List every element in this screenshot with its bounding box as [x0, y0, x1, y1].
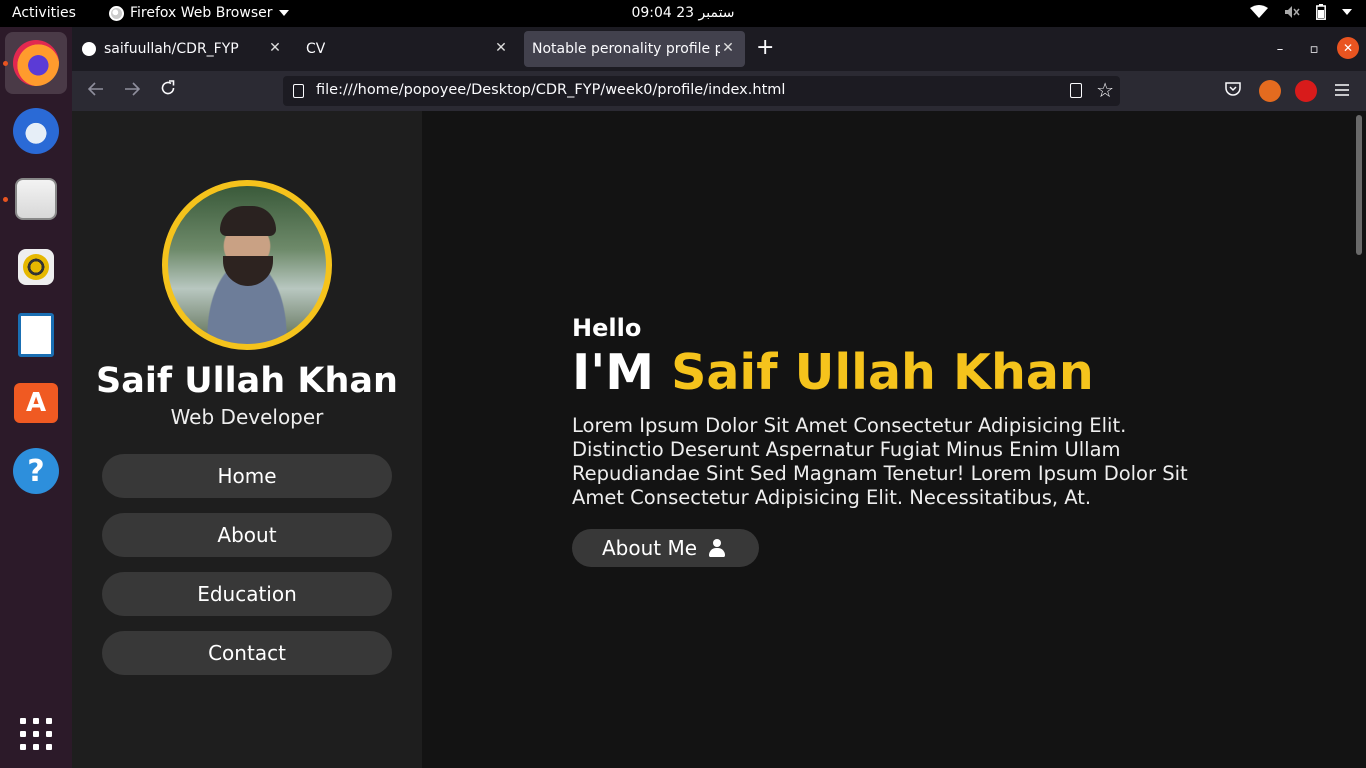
hamburger-menu-icon[interactable] — [1331, 80, 1353, 102]
about-me-button[interactable]: About Me — [572, 529, 759, 567]
minimize-button[interactable]: – — [1269, 39, 1291, 61]
tab-title: saifuullah/CDR_FYP — [104, 41, 239, 57]
battery-icon — [1316, 4, 1326, 20]
close-icon[interactable]: ✕ — [266, 39, 284, 57]
nav-education-button[interactable]: Education — [102, 572, 392, 616]
reader-view-icon[interactable] — [1070, 83, 1082, 98]
tab-profile[interactable]: Notable peronality profile pa ✕ — [524, 31, 745, 67]
reload-button[interactable] — [156, 79, 180, 103]
tab-strip: saifuullah/CDR_FYP ✕ CV ✕ Notable perona… — [72, 27, 1366, 71]
restore-button[interactable]: ▫ — [1303, 39, 1325, 61]
dock-rhythmbox[interactable] — [5, 236, 67, 298]
hero-heading: I'M Saif Ullah Khan — [572, 344, 1094, 401]
show-applications-icon[interactable] — [20, 718, 52, 750]
help-icon: ? — [13, 448, 59, 494]
tab-github[interactable]: saifuullah/CDR_FYP ✕ — [82, 31, 292, 67]
dock-firefox[interactable] — [5, 32, 67, 94]
page-scrollbar[interactable] — [1356, 115, 1362, 255]
rhythmbox-icon — [18, 249, 54, 285]
profile-name: Saif Ullah Khan — [96, 361, 398, 401]
chevron-down-icon — [1342, 9, 1352, 15]
wifi-icon — [1250, 5, 1268, 18]
back-button[interactable] — [84, 79, 108, 103]
tab-cv[interactable]: CV ✕ — [298, 31, 518, 67]
firefox-icon — [13, 40, 59, 86]
page-icon — [293, 84, 304, 98]
arrow-left-icon — [87, 82, 103, 96]
profile-role: Web Developer — [170, 405, 324, 429]
hero-greeting: Hello — [572, 314, 642, 342]
dock-help[interactable]: ? — [5, 440, 67, 502]
software-center-icon: A — [14, 383, 58, 423]
nav-about-button[interactable]: About — [102, 513, 392, 557]
bookmark-star-icon[interactable]: ☆ — [1096, 78, 1114, 102]
github-icon — [82, 42, 96, 56]
dock-thunderbird[interactable] — [5, 100, 67, 162]
system-tray[interactable] — [1250, 4, 1352, 20]
running-indicator — [3, 197, 8, 202]
gnome-top-bar: Activities Firefox Web Browser 09:04 23 … — [0, 0, 1366, 27]
tab-title: CV — [306, 41, 326, 57]
avatar-hair — [220, 206, 276, 236]
ublock-icon[interactable] — [1295, 80, 1317, 102]
url-text[interactable]: file:///home/popoyee/Desktop/CDR_FYP/wee… — [316, 82, 785, 98]
window-close-button[interactable]: ✕ — [1337, 37, 1359, 59]
hero-name: Saif Ullah Khan — [671, 344, 1094, 401]
new-tab-button[interactable]: + — [756, 36, 774, 60]
url-bar[interactable]: file:///home/popoyee/Desktop/CDR_FYP/wee… — [283, 76, 1120, 106]
nav-home-button[interactable]: Home — [102, 454, 392, 498]
arrow-right-icon — [125, 82, 141, 96]
libreoffice-writer-icon — [18, 313, 54, 357]
forward-button[interactable] — [120, 79, 144, 103]
running-indicator — [3, 61, 8, 66]
about-me-label: About Me — [602, 536, 698, 560]
files-icon — [15, 178, 57, 220]
pocket-icon[interactable] — [1222, 80, 1244, 102]
navigation-toolbar: file:///home/popoyee/Desktop/CDR_FYP/wee… — [72, 71, 1366, 111]
user-icon — [709, 539, 726, 557]
hero-intro: I'M — [572, 344, 672, 401]
close-icon[interactable]: ✕ — [492, 39, 510, 57]
hero-description: Lorem Ipsum Dolor Sit Amet Consectetur A… — [572, 414, 1188, 509]
profile-sidebar: Saif Ullah Khan Web Developer Home About… — [72, 111, 422, 768]
avatar-beard — [223, 256, 273, 286]
clock[interactable]: 09:04 23 ستمبر — [0, 5, 1366, 21]
profile-avatar — [162, 180, 332, 350]
nav-contact-button[interactable]: Contact — [102, 631, 392, 675]
tab-title: Notable peronality profile pa — [532, 41, 720, 57]
close-icon[interactable]: ✕ — [719, 39, 737, 57]
ubuntu-dock: A ? — [0, 27, 72, 768]
web-content: Saif Ullah Khan Web Developer Home About… — [72, 111, 1366, 768]
extension-icon[interactable] — [1259, 80, 1281, 102]
dock-writer[interactable] — [5, 304, 67, 366]
thunderbird-icon — [13, 108, 59, 154]
dock-files[interactable] — [5, 168, 67, 230]
reload-icon — [161, 80, 175, 95]
dock-software[interactable]: A — [5, 372, 67, 434]
volume-muted-icon — [1285, 6, 1300, 18]
